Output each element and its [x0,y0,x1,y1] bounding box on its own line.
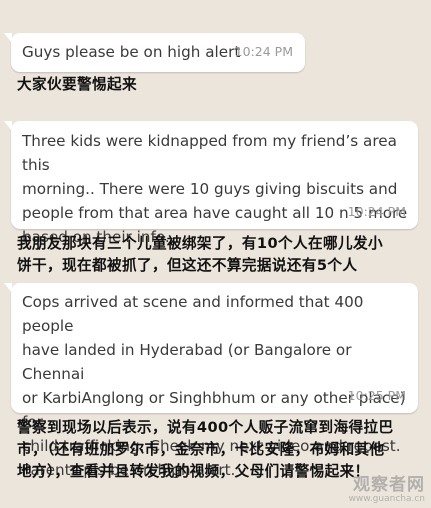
message-text: Guys please be on high alert [22,43,241,61]
translation-caption-2: 我朋友那块有三个儿童被绑架了，有10个人在哪儿发小 饼干，现在都被抓了，但这还不… [17,235,383,274]
translation-caption-3: 警察到现场以后表示，说有400个人贩子流窜到海得拉巴 市，（还有班加罗尔市，金奈… [17,419,394,480]
translation-caption-1: 大家伙要警惕起来 [17,76,137,93]
watermark-url: www.guancha.cn [348,494,425,504]
bubble-tail [4,121,12,131]
message-bubble-2[interactable]: Three kids were kidnapped from my friend… [4,121,418,246]
bubble-tail [4,33,12,43]
message-text: Three kids were kidnapped from my friend… [22,132,408,246]
message-timestamp: 10:24 PM [347,204,406,219]
watermark-name: 观察者网 [353,475,425,495]
message-timestamp: 10:25 PM [347,388,406,403]
message-timestamp: 10:24 PM [234,44,293,59]
bubble-tail [4,283,12,293]
message-bubble-3[interactable]: Cops arrived at scene and informed that … [4,283,418,479]
watermark: 观察者网 www.guancha.cn [349,476,425,504]
message-bubble-1[interactable]: Guys please be on high alert 10:24 PM [4,33,305,72]
